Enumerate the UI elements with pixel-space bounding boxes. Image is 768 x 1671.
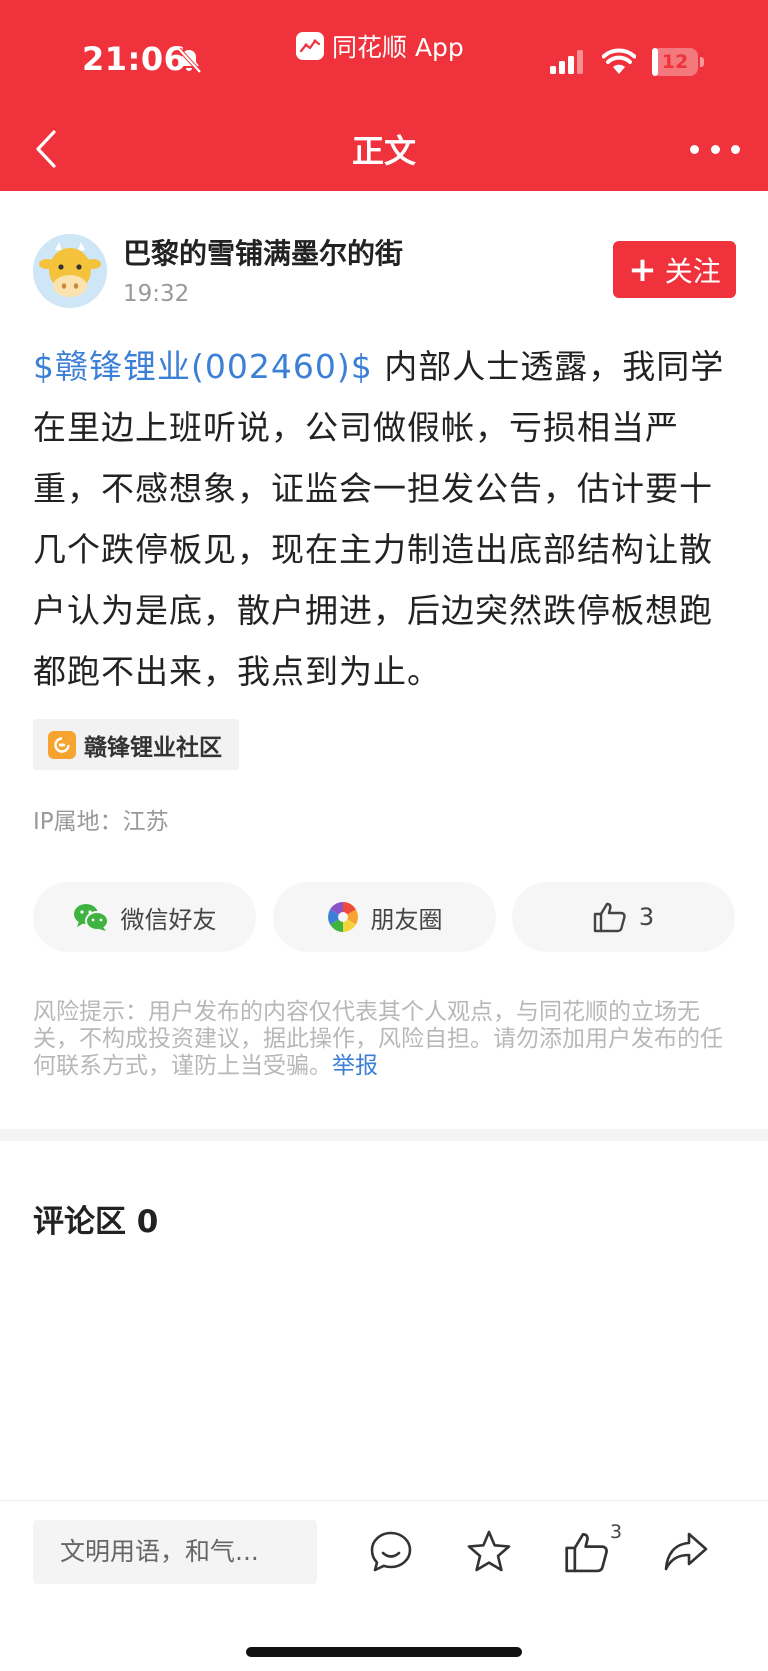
app-badge[interactable]: 同花顺 App xyxy=(296,28,464,64)
star-icon[interactable] xyxy=(465,1528,513,1576)
wifi-icon xyxy=(602,48,636,74)
post-text: 内部人士透露，我同学在里边上班听说，公司做假帐，亏损相当严重，不感想象，证监会一… xyxy=(33,347,725,691)
bottom-like-count: 3 xyxy=(610,1521,623,1543)
page-title: 正文 xyxy=(351,132,416,170)
signal-icon xyxy=(550,50,583,74)
app-header: 21:06 同花顺 App 12 正文 xyxy=(0,0,768,191)
app-name: 同花顺 App xyxy=(332,33,464,62)
follow-label: 关注 xyxy=(664,254,721,288)
like-count: 3 xyxy=(638,903,655,931)
post-time: 19:32 xyxy=(123,281,190,307)
bottom-like-icon[interactable] xyxy=(563,1528,611,1576)
share-wechat-button[interactable]: 微信好友 xyxy=(33,882,256,952)
battery-cap xyxy=(700,57,704,67)
risk-text: 风险提示：用户发布的内容仅代表其个人观点，与同花顺的立场无关，不构成投资建议，据… xyxy=(33,999,723,1079)
community-tag[interactable]: 赣锋锂业社区 xyxy=(33,719,239,770)
app-logo-icon xyxy=(296,32,324,60)
moments-icon xyxy=(327,902,358,932)
thumbs-up-icon xyxy=(593,902,626,933)
community-icon xyxy=(48,730,76,759)
community-label: 赣锋锂业社区 xyxy=(84,734,222,761)
like-button[interactable]: 3 xyxy=(512,882,735,952)
section-divider xyxy=(0,1129,768,1141)
avatar[interactable] xyxy=(33,234,107,308)
mute-bell-icon xyxy=(177,47,202,74)
comment-icon[interactable] xyxy=(367,1528,415,1576)
follow-button[interactable]: + 关注 xyxy=(613,241,736,298)
share-icon[interactable] xyxy=(662,1528,710,1576)
plus-icon: + xyxy=(628,249,657,290)
battery-level: 12 xyxy=(661,51,689,73)
stock-tag-link[interactable]: $赣锋锂业(002460)$ xyxy=(33,347,373,386)
share-wechat-label: 微信好友 xyxy=(120,905,217,934)
risk-notice: 风险提示：用户发布的内容仅代表其个人观点，与同花顺的立场无关，不构成投资建议，据… xyxy=(33,999,735,1080)
cow-avatar-icon xyxy=(33,234,107,308)
comment-input[interactable]: 文明用语，和气... xyxy=(33,1520,317,1584)
share-moments-button[interactable]: 朋友圈 xyxy=(273,882,496,952)
wechat-icon xyxy=(73,904,109,931)
more-icon[interactable] xyxy=(690,136,740,162)
author-name[interactable]: 巴黎的雪铺满墨尔的街 xyxy=(123,232,403,272)
battery-icon: 12 xyxy=(652,48,698,76)
status-time: 21:06 xyxy=(82,40,187,78)
bottom-action-bar: 文明用语，和气... 3 xyxy=(0,1500,768,1671)
report-link[interactable]: 举报 xyxy=(332,1053,378,1079)
ip-location: IP属地：江苏 xyxy=(33,809,169,835)
post-body: $赣锋锂业(002460)$ 内部人士透露，我同学在里边上班听说，公司做假帐，亏… xyxy=(33,336,735,702)
home-indicator xyxy=(246,1647,522,1657)
comments-title: 评论区 0 xyxy=(33,1204,159,1240)
share-moments-label: 朋友圈 xyxy=(370,905,443,934)
